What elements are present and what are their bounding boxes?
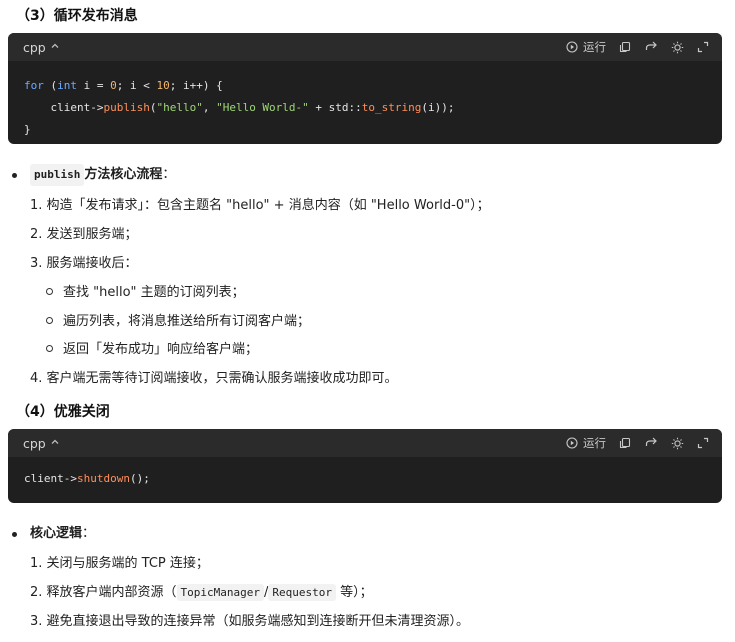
bullet-publish-flow: publish 方法核心流程 ： <box>12 164 175 186</box>
code-number: 10 <box>156 79 170 92</box>
code-text: (i)); <box>421 101 455 114</box>
code-block-publish: cpp 运行 for (int i = 0; i < 10; i++) {cl… <box>8 33 722 144</box>
expand-icon[interactable] <box>696 40 710 54</box>
language-label: cpp <box>23 435 46 451</box>
code-block-shutdown: cpp 运行 client->shutdown(); <box>8 429 722 503</box>
bullet-dot <box>12 172 17 178</box>
run-button[interactable]: 运行 <box>565 39 606 55</box>
theme-sun-icon[interactable] <box>670 40 684 54</box>
inline-code-publish: publish <box>30 164 85 186</box>
code-function: shutdown <box>76 472 130 485</box>
sub-list-item: 返回「发布成功」响应给客户端； <box>46 340 258 360</box>
code-toolbar: 运行 <box>565 39 710 55</box>
play-circle-icon <box>565 436 579 450</box>
copy-icon[interactable] <box>618 40 632 54</box>
expand-icon[interactable] <box>696 436 710 450</box>
list-item: 2. 发送到服务端； <box>30 227 138 242</box>
bullet-colon: ： <box>162 167 176 182</box>
sub-list-item: 遍历列表，将消息推送给所有订阅客户端； <box>46 312 310 332</box>
code-text: (); <box>129 472 150 485</box>
list-item: 2. 释放客户端内部资源（ TopicManager / Requestor 等）； <box>30 583 373 603</box>
code-text: , <box>202 101 217 114</box>
code-body: client->shutdown(); <box>8 457 722 503</box>
sub-list-text: 返回「发布成功」响应给客户端； <box>63 342 259 357</box>
code-text: ; i++) { <box>169 79 223 92</box>
list-item: 4. 客户端无需等待订阅端接收，只需确认服务端接收成功即可。 <box>30 371 398 386</box>
sub-bullet-dot <box>46 345 53 352</box>
list-text: 等）； <box>336 585 373 600</box>
list-item: 3. 服务端接收后： <box>30 256 138 271</box>
code-number: 0 <box>110 79 117 92</box>
bullet-label: 核心逻辑 <box>30 526 83 541</box>
code-text: ( <box>43 79 58 92</box>
code-keyword: for <box>24 79 44 92</box>
code-text: } <box>24 123 31 136</box>
section-4-title: （4）优雅关闭 <box>16 404 110 420</box>
code-keyword: int <box>57 79 77 92</box>
code-text: client-> <box>24 472 77 485</box>
code-header: cpp 运行 <box>8 429 722 457</box>
section-3-title: （3）循环发布消息 <box>16 8 138 24</box>
sub-bullet-dot <box>46 288 53 295</box>
sub-list-text: 查找 "hello" 主题的订阅列表； <box>63 285 245 300</box>
code-header: cpp 运行 <box>8 33 722 61</box>
chevron-up-icon <box>50 41 60 54</box>
list-text: 2. 释放客户端内部资源（ <box>30 585 177 600</box>
sub-bullet-dot <box>46 317 53 324</box>
code-function: publish <box>103 101 150 114</box>
list-item: 3. 避免直接退出导致的连接异常（如服务端感知到连接断开但未清理资源）。 <box>30 614 470 629</box>
code-text: + std:: <box>308 101 362 114</box>
copy-icon[interactable] <box>618 436 632 450</box>
language-label: cpp <box>23 39 46 55</box>
code-text: client-> <box>50 101 104 114</box>
share-arrow-icon[interactable] <box>644 40 658 54</box>
bullet-label: 方法核心流程 <box>84 167 163 182</box>
share-arrow-icon[interactable] <box>644 436 658 450</box>
inline-code-topicmanager: TopicManager <box>176 584 265 601</box>
code-string: "hello" <box>156 101 203 114</box>
list-item: 1. 构造「发布请求」：包含主题名 "hello" + 消息内容（如 "Hell… <box>30 198 490 213</box>
code-string: "Hello World-" <box>216 101 309 114</box>
code-text: ; i < <box>116 79 157 92</box>
bullet-dot <box>12 531 17 537</box>
code-toolbar: 运行 <box>565 435 710 451</box>
code-body: for (int i = 0; i < 10; i++) { client->p… <box>8 61 722 144</box>
sub-list-text: 遍历列表，将消息推送给所有订阅客户端； <box>63 314 311 329</box>
chevron-up-icon <box>50 437 60 450</box>
code-function: to_string <box>361 101 422 114</box>
bullet-core-logic: 核心逻辑 ： <box>12 524 95 544</box>
run-button[interactable]: 运行 <box>565 435 606 451</box>
run-label: 运行 <box>583 436 606 450</box>
bullet-colon: ： <box>82 526 96 541</box>
run-label: 运行 <box>583 40 606 54</box>
play-circle-icon <box>565 40 579 54</box>
code-text: i = <box>77 79 111 92</box>
language-toggle[interactable]: cpp <box>23 436 60 451</box>
sub-list-item: 查找 "hello" 主题的订阅列表； <box>46 283 245 303</box>
inline-code-requestor: Requestor <box>268 584 337 601</box>
list-item: 1. 关闭与服务端的 TCP 连接； <box>30 556 209 571</box>
language-toggle[interactable]: cpp <box>23 40 60 55</box>
theme-sun-icon[interactable] <box>670 436 684 450</box>
